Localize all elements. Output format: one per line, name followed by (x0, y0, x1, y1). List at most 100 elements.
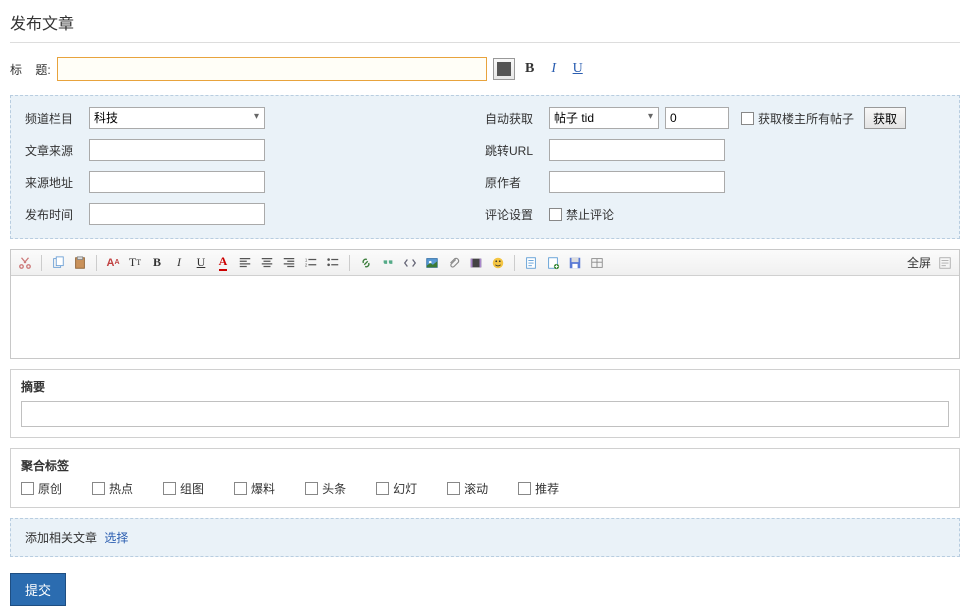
separator-icon (514, 255, 515, 271)
tag-checkbox[interactable] (163, 482, 176, 495)
code-icon[interactable] (402, 255, 418, 271)
bold-icon[interactable]: B (149, 255, 165, 271)
tag-item: 幻灯 (376, 480, 417, 497)
tag-label: 原创 (38, 480, 62, 497)
save-icon[interactable] (567, 255, 583, 271)
svg-text:2: 2 (305, 262, 308, 267)
underline-button[interactable]: U (569, 61, 587, 77)
editor-content[interactable] (11, 276, 959, 358)
editor-toolbar: AA TT B I U A 12 全屏 (11, 250, 959, 276)
tag-label: 滚动 (464, 480, 488, 497)
tag-checkbox[interactable] (305, 482, 318, 495)
video-icon[interactable] (468, 255, 484, 271)
fetch-all-checkbox[interactable] (741, 112, 754, 125)
tag-checkbox[interactable] (518, 482, 531, 495)
submit-button[interactable]: 提交 (10, 573, 66, 606)
related-select-link[interactable]: 选择 (104, 531, 128, 545)
editor: AA TT B I U A 12 全屏 (10, 249, 960, 359)
color-swatch-icon (497, 62, 511, 76)
tag-label: 头条 (322, 480, 346, 497)
bold-button[interactable]: B (521, 61, 539, 77)
align-right-icon[interactable] (281, 255, 297, 271)
auto-fetch-label: 自动获取 (485, 110, 549, 127)
disable-comment-checkbox[interactable] (549, 208, 562, 221)
source-label: 文章来源 (25, 142, 89, 159)
redirect-label: 跳转URL (485, 142, 549, 159)
font-size-icon[interactable]: TT (127, 255, 143, 271)
auto-fetch-num-input[interactable] (665, 107, 729, 129)
separator-icon (96, 255, 97, 271)
svg-text:1: 1 (305, 257, 308, 262)
tag-checkbox[interactable] (234, 482, 247, 495)
list-ordered-icon[interactable]: 12 (303, 255, 319, 271)
channel-label: 频道栏目 (25, 110, 89, 127)
summary-input[interactable] (21, 401, 949, 427)
channel-select[interactable]: 科技 (89, 107, 265, 129)
attachment-icon[interactable] (446, 255, 462, 271)
separator-icon (41, 255, 42, 271)
page-add-icon[interactable] (545, 255, 561, 271)
tag-label: 组图 (180, 480, 204, 497)
tag-item: 原创 (21, 480, 62, 497)
summary-section: 摘要 (10, 369, 960, 438)
tag-checkbox[interactable] (92, 482, 105, 495)
tag-label: 热点 (109, 480, 133, 497)
related-articles-bar: 添加相关文章 选择 (10, 518, 960, 557)
list-unordered-icon[interactable] (325, 255, 341, 271)
italic-button[interactable]: I (545, 61, 563, 77)
disable-comment-label: 禁止评论 (566, 206, 614, 223)
source-icon[interactable] (937, 255, 953, 271)
title-label: 标 题: (10, 61, 51, 78)
remove-format-icon[interactable]: AA (105, 255, 121, 271)
title-input[interactable] (57, 57, 487, 81)
underline-icon[interactable]: U (193, 255, 209, 271)
align-center-icon[interactable] (259, 255, 275, 271)
author-label: 原作者 (485, 174, 549, 191)
tag-label: 幻灯 (393, 480, 417, 497)
meta-panel: 频道栏目 科技 文章来源 来源地址 发布时间 自动获取 帖子 tid 获取楼主所… (10, 95, 960, 239)
align-left-icon[interactable] (237, 255, 253, 271)
fetch-all-label: 获取楼主所有帖子 (758, 110, 854, 127)
tag-item: 组图 (163, 480, 204, 497)
emoji-icon[interactable] (490, 255, 506, 271)
link-icon[interactable] (358, 255, 374, 271)
table-icon[interactable] (589, 255, 605, 271)
publish-time-label: 发布时间 (25, 206, 89, 223)
italic-icon[interactable]: I (171, 255, 187, 271)
source-input[interactable] (89, 139, 265, 161)
tag-item: 头条 (305, 480, 346, 497)
font-color-icon[interactable]: A (215, 255, 231, 271)
fullscreen-button[interactable]: 全屏 (907, 254, 931, 271)
auto-fetch-select[interactable]: 帖子 tid (549, 107, 659, 129)
comment-label: 评论设置 (485, 206, 549, 223)
page-title: 发布文章 (10, 6, 960, 43)
redirect-input[interactable] (549, 139, 725, 161)
tag-item: 热点 (92, 480, 133, 497)
tag-label: 推荐 (535, 480, 559, 497)
tag-checkbox[interactable] (376, 482, 389, 495)
summary-title: 摘要 (21, 378, 949, 395)
cut-icon[interactable] (17, 255, 33, 271)
tags-section: 聚合标签 原创 热点 组图 爆料 头条 幻灯 滚动 推荐 (10, 448, 960, 508)
quote-icon[interactable] (380, 255, 396, 271)
title-row: 标 题: B I U (10, 57, 960, 81)
paste-icon[interactable] (72, 255, 88, 271)
tags-title: 聚合标签 (21, 457, 949, 474)
page-icon[interactable] (523, 255, 539, 271)
tag-checkbox[interactable] (447, 482, 460, 495)
tag-checkbox[interactable] (21, 482, 34, 495)
fetch-button[interactable]: 获取 (864, 107, 906, 129)
tag-label: 爆料 (251, 480, 275, 497)
tag-item: 滚动 (447, 480, 488, 497)
copy-icon[interactable] (50, 255, 66, 271)
tag-item: 爆料 (234, 480, 275, 497)
image-icon[interactable] (424, 255, 440, 271)
source-url-input[interactable] (89, 171, 265, 193)
text-color-picker[interactable] (493, 58, 515, 80)
publish-time-input[interactable] (89, 203, 265, 225)
separator-icon (349, 255, 350, 271)
related-label: 添加相关文章 (25, 531, 97, 545)
author-input[interactable] (549, 171, 725, 193)
tag-item: 推荐 (518, 480, 559, 497)
source-url-label: 来源地址 (25, 174, 89, 191)
